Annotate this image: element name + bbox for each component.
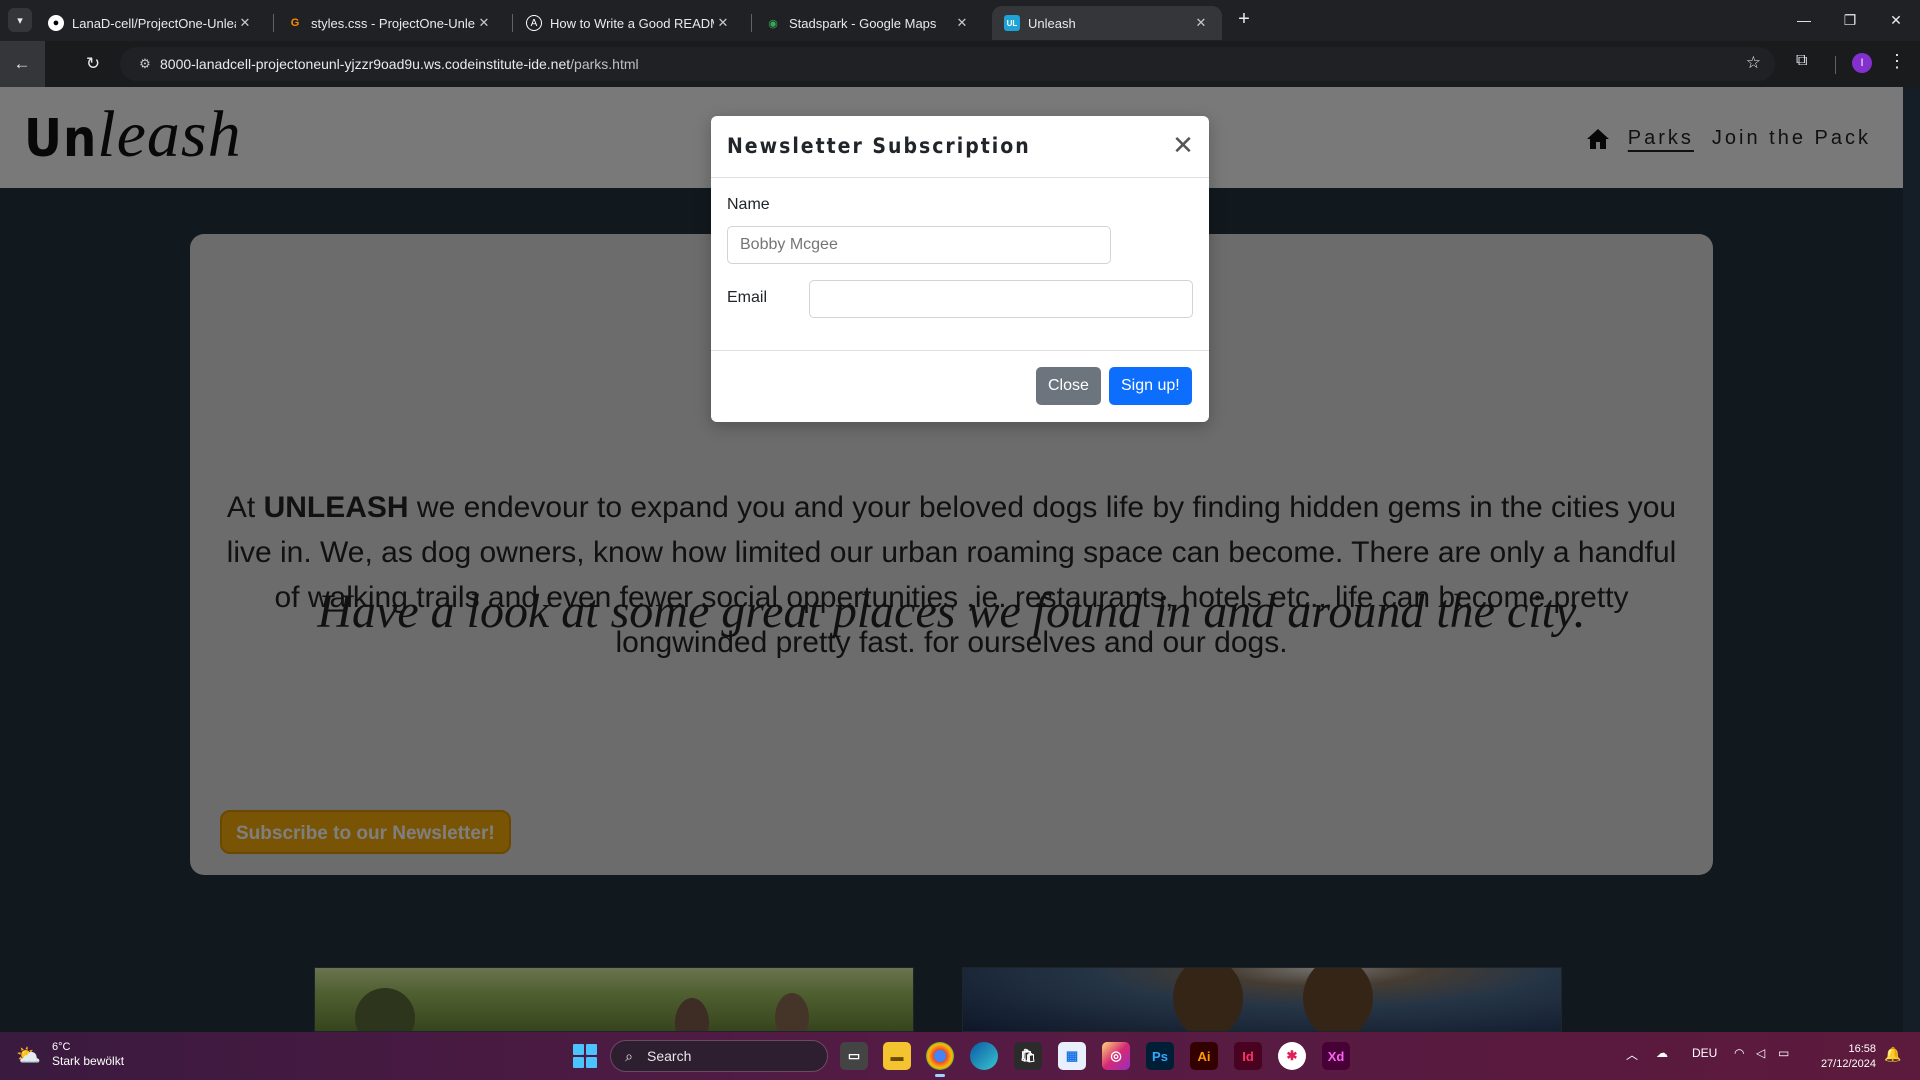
tab-unleash[interactable]: UL Unleash ✕	[992, 6, 1222, 40]
back-icon[interactable]: ←	[10, 52, 34, 76]
profile-avatar[interactable]: I	[1852, 53, 1872, 73]
extensions-icon[interactable]: ⧉	[1796, 52, 1807, 70]
browser-menu-icon[interactable]: ⋮	[1888, 51, 1906, 72]
browser-tab-bar: ▾ ● LanaD-cell/ProjectOne-Unleash ✕ G st…	[0, 0, 1920, 41]
slack-icon[interactable]: ✱	[1278, 1042, 1306, 1070]
gitpod-icon: G	[290, 17, 300, 29]
tab-google-maps[interactable]: ◉ Stadspark - Google Maps ✕	[753, 6, 983, 40]
language-indicator[interactable]: DEU	[1692, 1046, 1717, 1060]
indesign-icon[interactable]: Id	[1234, 1042, 1262, 1070]
search-placeholder: Search	[647, 1048, 692, 1064]
windows-start-icon[interactable]	[573, 1044, 597, 1068]
battery-icon[interactable]: ▭	[1778, 1046, 1789, 1060]
modal-footer: Close Sign up!	[711, 350, 1209, 422]
photoshop-icon[interactable]: Ps	[1146, 1042, 1174, 1070]
notification-bell-icon[interactable]: 🔔	[1884, 1046, 1901, 1063]
tab-label: Stadspark - Google Maps	[789, 15, 937, 31]
chrome-icon[interactable]	[926, 1042, 954, 1077]
reload-icon[interactable]: ↻	[81, 52, 105, 76]
tab-divider	[751, 14, 752, 32]
unleash-favicon: UL	[1004, 15, 1020, 31]
new-tab-button[interactable]: +	[1232, 8, 1256, 32]
email-label: Email	[727, 289, 768, 306]
instagram-icon[interactable]: ◎	[1102, 1042, 1130, 1070]
modal-header: Newsletter Subscription ✕	[711, 116, 1209, 178]
tab-divider	[273, 14, 274, 32]
modal-title: Newsletter Subscription	[727, 134, 1031, 158]
wifi-icon[interactable]: ◠	[1734, 1046, 1744, 1060]
url-path: /parks.html	[570, 56, 639, 72]
page-viewport: Unleash Parks Join the Pack At UNLEASH w…	[0, 87, 1920, 1032]
weather-widget[interactable]: ⛅ 6°C Stark bewölkt	[16, 1040, 124, 1069]
calendar-icon[interactable]: ▦	[1058, 1042, 1086, 1070]
window-close-icon[interactable]: ✕	[1884, 8, 1908, 32]
sign-up-button[interactable]: Sign up!	[1109, 367, 1192, 405]
tab-label: styles.css - ProjectOne-Unleash	[311, 15, 475, 31]
tray-chevron-icon[interactable]: ︿	[1626, 1046, 1638, 1063]
article-icon: A	[526, 15, 542, 31]
modal-close-icon[interactable]: ✕	[1171, 132, 1195, 158]
browser-toolbar: ← → ↻ ⚙ 8000-lanadcell-projectoneunl-yjz…	[0, 41, 1920, 986]
tab-close-icon[interactable]: ✕	[236, 15, 254, 31]
url-host: 8000-lanadcell-projectoneunl-yjzzr9oad9u…	[160, 56, 571, 72]
name-label: Name	[727, 196, 770, 213]
restore-icon[interactable]: ❐	[1838, 8, 1862, 32]
newsletter-modal: Newsletter Subscription ✕ Name Email Clo…	[711, 116, 1209, 422]
task-view-icon[interactable]: ▭	[840, 1042, 868, 1070]
github-icon: ●	[48, 15, 64, 31]
volume-icon[interactable]: ◁	[1756, 1046, 1765, 1060]
taskbar-search[interactable]: ⌕ Search	[610, 1040, 828, 1072]
minimize-icon[interactable]: —	[1792, 8, 1816, 32]
site-info-icon[interactable]: ⚙	[130, 56, 160, 72]
clock[interactable]: 16:58 27/12/2024	[1814, 1042, 1876, 1072]
edge-icon[interactable]	[970, 1042, 998, 1070]
tab-divider	[512, 14, 513, 32]
search-icon: ⌕	[625, 1047, 633, 1064]
close-button[interactable]: Close	[1036, 367, 1101, 405]
weather-temperature: 6°C	[52, 1041, 71, 1053]
tab-close-icon[interactable]: ✕	[714, 15, 732, 31]
tab-close-icon[interactable]: ✕	[1192, 15, 1210, 31]
file-explorer-icon[interactable]: ▬	[883, 1042, 911, 1070]
tab-close-icon[interactable]: ✕	[953, 15, 971, 31]
illustrator-icon[interactable]: Ai	[1190, 1042, 1218, 1070]
store-icon[interactable]: 🛍	[1014, 1042, 1042, 1070]
clock-time: 16:58	[1848, 1043, 1876, 1055]
bookmark-star-icon[interactable]: ☆	[1746, 53, 1761, 73]
email-input[interactable]	[809, 280, 1193, 318]
tab-styles-css[interactable]: G styles.css - ProjectOne-Unleash ✕	[275, 6, 505, 40]
url-text[interactable]: 8000-lanadcell-projectoneunl-yjzzr9oad9u…	[160, 56, 639, 72]
onedrive-icon[interactable]: ☁	[1656, 1046, 1668, 1060]
xd-icon[interactable]: Xd	[1322, 1042, 1350, 1070]
maps-pin-icon: ◉	[768, 17, 778, 30]
cloudy-weather-icon: ⛅	[16, 1044, 41, 1067]
name-input[interactable]	[727, 226, 1111, 264]
tab-search-icon[interactable]: ▾	[8, 8, 32, 32]
tab-github[interactable]: ● LanaD-cell/ProjectOne-Unleash ✕	[36, 6, 266, 40]
tab-label: LanaD-cell/ProjectOne-Unleash	[72, 15, 236, 31]
address-bar[interactable]: ⚙ 8000-lanadcell-projectoneunl-yjzzr9oad…	[120, 47, 1775, 81]
weather-description: Stark bewölkt	[52, 1054, 125, 1068]
tab-label: Unleash	[1028, 15, 1076, 31]
tab-label: How to Write a Good README	[550, 15, 714, 31]
toolbar-divider	[1835, 56, 1836, 74]
clock-date: 27/12/2024	[1820, 1058, 1876, 1070]
tab-readme-article[interactable]: A How to Write a Good README ✕	[514, 6, 744, 40]
windows-taskbar: ⛅ 6°C Stark bewölkt ⌕ Search ▭ ▬ 🛍 ▦ ◎ P…	[0, 1032, 1920, 1080]
tab-close-icon[interactable]: ✕	[475, 15, 493, 31]
